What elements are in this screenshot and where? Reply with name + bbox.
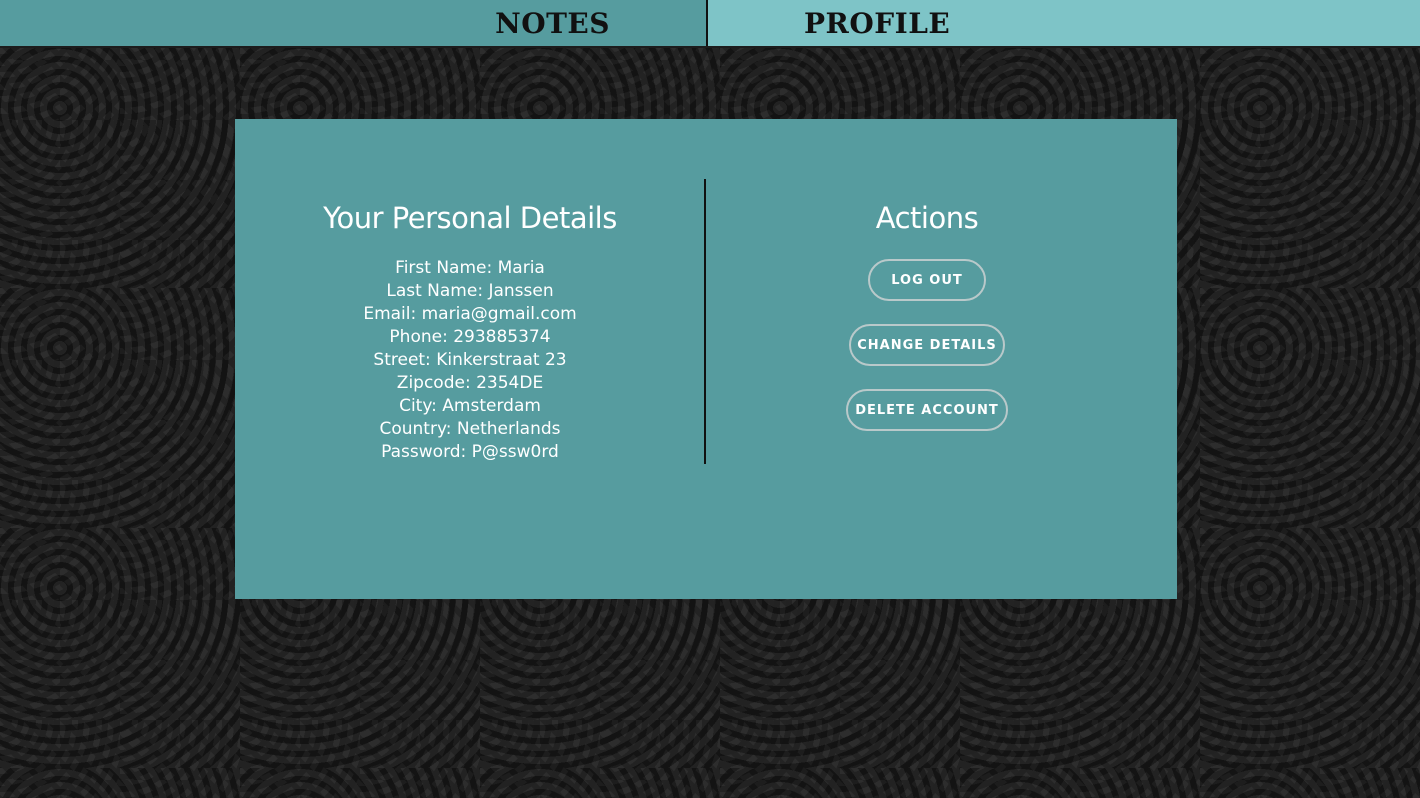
detail-zipcode: Zipcode: 2354DE [396,373,544,393]
log-out-button[interactable]: LOG OUT [868,259,986,301]
actions-title: Actions [875,201,979,235]
detail-phone: Phone: 293885374 [389,327,551,347]
tab-profile[interactable]: PROFILE [708,0,1420,46]
top-nav: NOTES PROFILE [0,0,1420,48]
change-details-button[interactable]: CHANGE DETAILS [849,324,1005,366]
personal-details-list: First Name: Maria Last Name: Janssen Ema… [235,257,705,464]
profile-card: Your Personal Details First Name: Maria … [235,119,1177,599]
column-divider [704,179,706,464]
detail-email: Email: maria@gmail.com [363,304,577,324]
detail-first-name: First Name: Maria [395,258,545,278]
detail-street: Street: Kinkerstraat 23 [373,350,567,370]
tab-notes[interactable]: NOTES [0,0,708,46]
detail-city: City: Amsterdam [399,396,541,416]
personal-details-title: Your Personal Details [323,201,617,235]
delete-account-button[interactable]: DELETE ACCOUNT [846,389,1008,431]
detail-last-name: Last Name: Janssen [386,281,554,301]
detail-password: Password: P@ssw0rd [381,442,559,462]
detail-country: Country: Netherlands [379,419,561,439]
